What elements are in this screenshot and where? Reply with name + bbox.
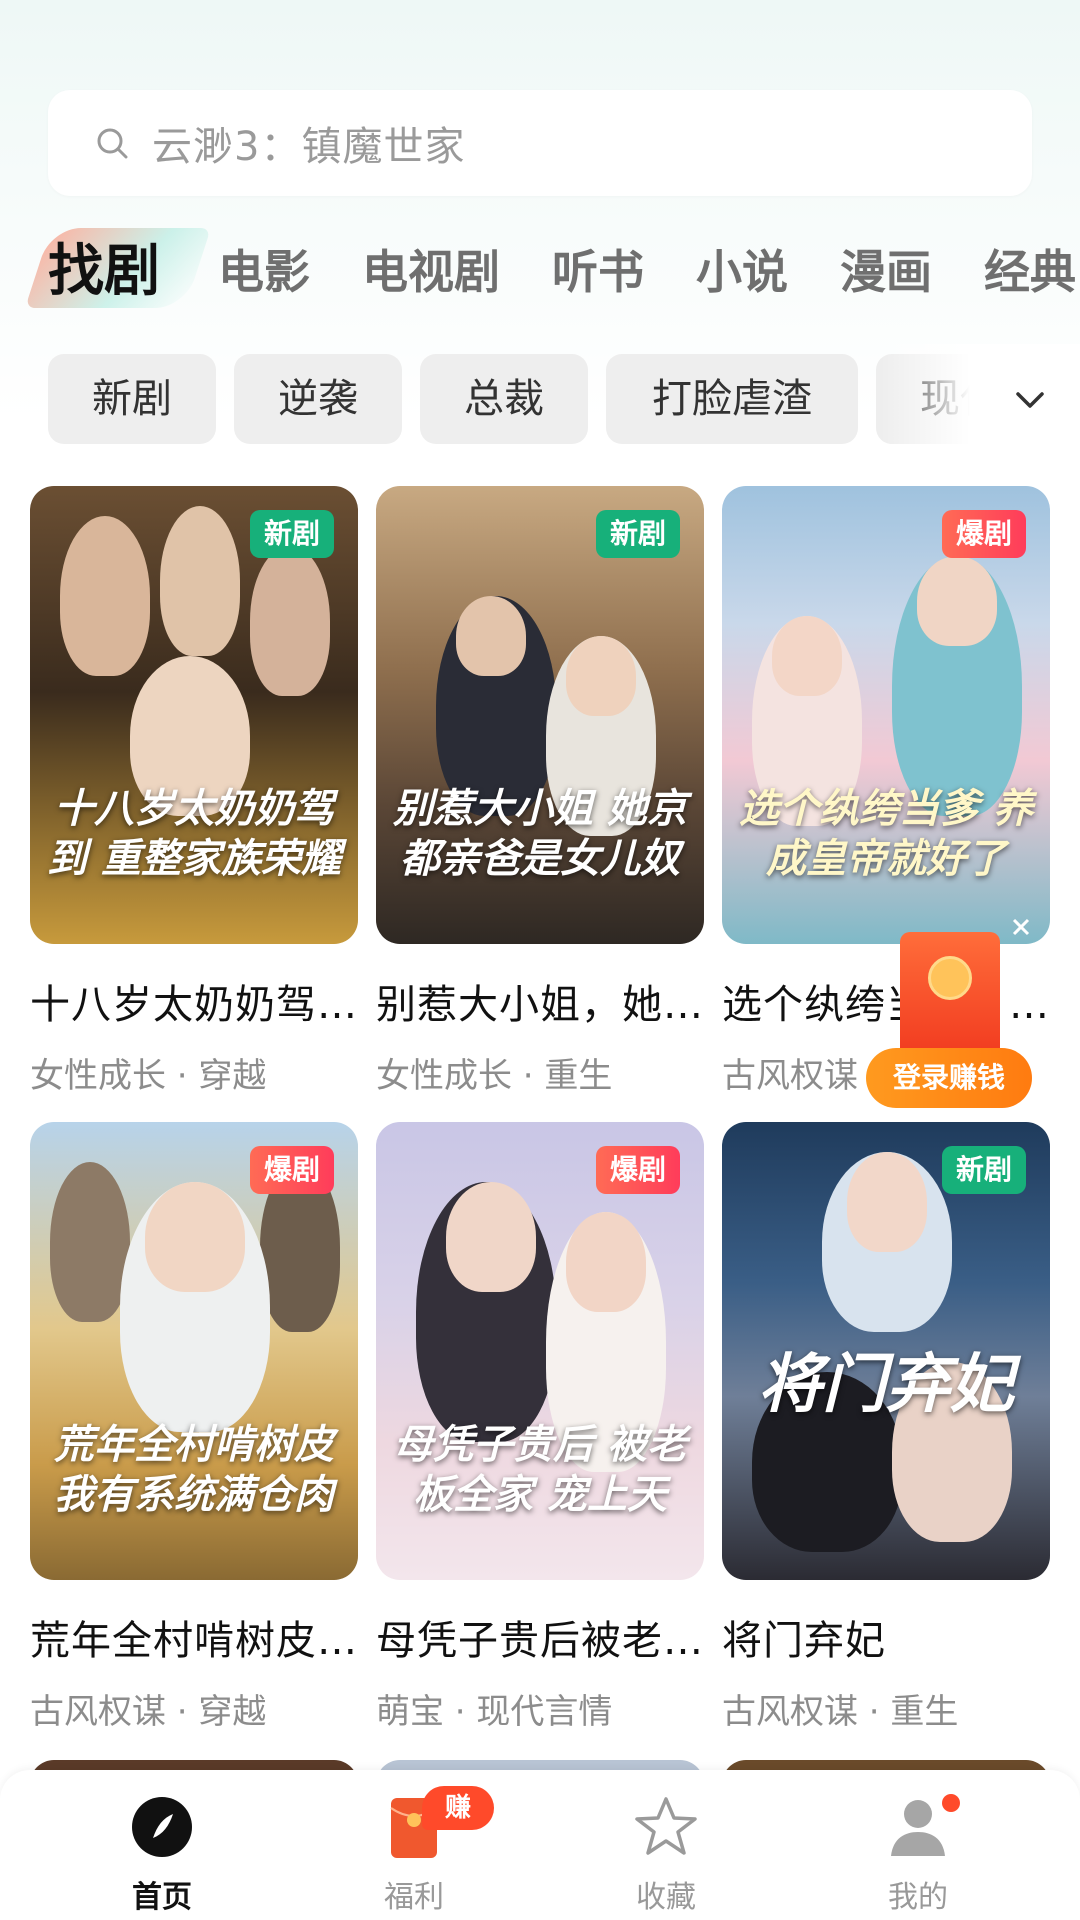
nav-label: 首页 [132,1880,192,1915]
chip-face-slap[interactable]: 打脸虐渣 [606,354,858,444]
drama-tags: 萌宝 · 现代言情 [376,1692,613,1732]
close-icon[interactable] [1006,912,1036,942]
drama-card[interactable]: 荒年全村啃树皮 我有系统满仓肉 爆剧 荒年全村啃树皮，我有系统满仓肉 古风权谋 … [30,1122,358,1733]
drama-title[interactable]: 将门弃妃 [722,1608,1050,1666]
drama-poster[interactable]: 母凭子贵后 被老板全家 宠上天 爆剧 [376,1122,704,1580]
drama-card[interactable]: 别惹大小姐 她京都亲爸是女儿奴 新剧 别惹大小姐，她京都亲爸是女儿奴 女性成长 … [376,486,704,1097]
drama-card[interactable]: 母凭子贵后 被老板全家 宠上天 爆剧 母凭子贵后被老板全家宠上天 萌宝 · 现代… [376,1122,704,1733]
poster-figure [145,1182,245,1292]
tab-audiobook[interactable]: 听书 [552,222,644,322]
tab-comic[interactable]: 漫画 [840,222,932,322]
drama-tags: 女性成长 · 重生 [376,1056,613,1096]
login-reward-float[interactable]: 登录赚钱 [866,918,1032,1112]
star-icon [635,1797,697,1855]
drama-card[interactable]: 将门弃妃 新剧 将门弃妃 古风权谋 · 重生 [722,1122,1050,1733]
poster-figure [917,556,997,646]
drama-card[interactable]: 十八岁太奶奶驾到 重整家族荣耀 新剧 十八岁太奶奶驾到，重整家族荣耀 女性成长 … [30,486,358,1097]
poster-title: 将门弃妃 [758,1347,1014,1422]
poster-title: 荒年全村啃树皮 我有系统满仓肉 [54,1421,334,1518]
search-bar[interactable]: 云渺3：镇魔世家 [48,90,1032,196]
poster-figure [250,546,330,696]
poster-figure [566,1212,646,1312]
app-page: 云渺3：镇魔世家 找剧 电影 电视剧 听书 小说 漫画 经典 新剧 逆袭 总裁 … [0,0,1080,1920]
drama-tags: 女性成长 · 穿越 [30,1056,267,1096]
search-placeholder: 云渺3：镇魔世家 [152,124,466,170]
nav-home[interactable]: 首页 [82,1788,242,1918]
poster-figure [772,616,842,696]
new-drama-badge: 新剧 [249,510,334,558]
chevron-down-icon[interactable] [1006,376,1054,424]
earn-badge: 赚钱 [422,1786,494,1867]
tab-find-drama[interactable]: 找剧 [48,222,160,322]
new-drama-badge: 新剧 [595,510,680,558]
tab-movie[interactable]: 电影 [218,222,310,322]
hot-drama-badge: 爆剧 [595,1146,680,1194]
category-tabs: 找剧 电影 电视剧 听书 小说 漫画 经典 [0,222,1080,322]
poster-figure [160,506,240,656]
compass-icon [132,1797,192,1857]
drama-poster[interactable]: 荒年全村啃树皮 我有系统满仓肉 爆剧 [30,1122,358,1580]
drama-title[interactable]: 十八岁太奶奶驾到，重整家族荣耀 [30,972,358,1030]
poster-figure [847,1152,927,1252]
drama-title[interactable]: 别惹大小姐，她京都亲爸是女儿奴 [376,972,704,1030]
notification-dot [942,1794,960,1812]
chip-comeback[interactable]: 逆袭 [234,354,402,444]
poster-title: 别惹大小姐 她京都亲爸是女儿奴 [393,785,687,882]
nav-profile[interactable]: 我的 [838,1788,998,1918]
search-icon [97,128,128,159]
drama-poster[interactable]: 将门弃妃 新剧 [722,1122,1050,1580]
hot-drama-badge: 爆剧 [941,510,1026,558]
poster-figure [456,596,526,676]
drama-tags: 古风权谋 · 重生 [722,1692,959,1732]
poster-figure [50,1162,130,1322]
poster-title: 十八岁太奶奶驾到 重整家族荣耀 [47,785,341,882]
drama-tags: 古风权谋 · 穿越 [30,1692,267,1732]
drama-poster[interactable]: 选个纨绔当爹 养成皇帝就好了 爆剧 [722,486,1050,944]
poster-figure [60,516,150,676]
login-earn-button[interactable]: 登录赚钱 [866,1048,1032,1108]
drama-poster[interactable]: 十八岁太奶奶驾到 重整家族荣耀 新剧 [30,486,358,944]
nav-label: 收藏 [636,1880,696,1915]
tab-classic[interactable]: 经典 [984,222,1076,322]
nav-welfare[interactable]: 赚钱 福利 [334,1786,494,1918]
red-envelope-icon[interactable] [900,932,1000,1058]
nav-label: 福利 [384,1880,444,1915]
bottom-nav: 首页 赚钱 福利 收藏 我的 [0,1770,1080,1920]
coin-icon [928,956,972,1000]
tab-tv-series[interactable]: 电视剧 [362,222,500,322]
poster-figure [566,636,636,716]
poster-title: 母凭子贵后 被老板全家 宠上天 [393,1421,687,1518]
nav-label: 我的 [888,1880,948,1915]
poster-title: 选个纨绔当爹 养成皇帝就好了 [739,785,1033,882]
new-drama-badge: 新剧 [941,1146,1026,1194]
drama-poster[interactable]: 别惹大小姐 她京都亲爸是女儿奴 新剧 [376,486,704,944]
drama-title[interactable]: 荒年全村啃树皮，我有系统满仓肉 [30,1608,358,1666]
tab-novel[interactable]: 小说 [696,222,788,322]
drama-title[interactable]: 母凭子贵后被老板全家宠上天 [376,1608,704,1666]
chip-ceo[interactable]: 总裁 [420,354,588,444]
hot-drama-badge: 爆剧 [249,1146,334,1194]
chip-new-drama[interactable]: 新剧 [48,354,216,444]
poster-figure [446,1182,536,1292]
nav-favorites[interactable]: 收藏 [586,1788,746,1918]
